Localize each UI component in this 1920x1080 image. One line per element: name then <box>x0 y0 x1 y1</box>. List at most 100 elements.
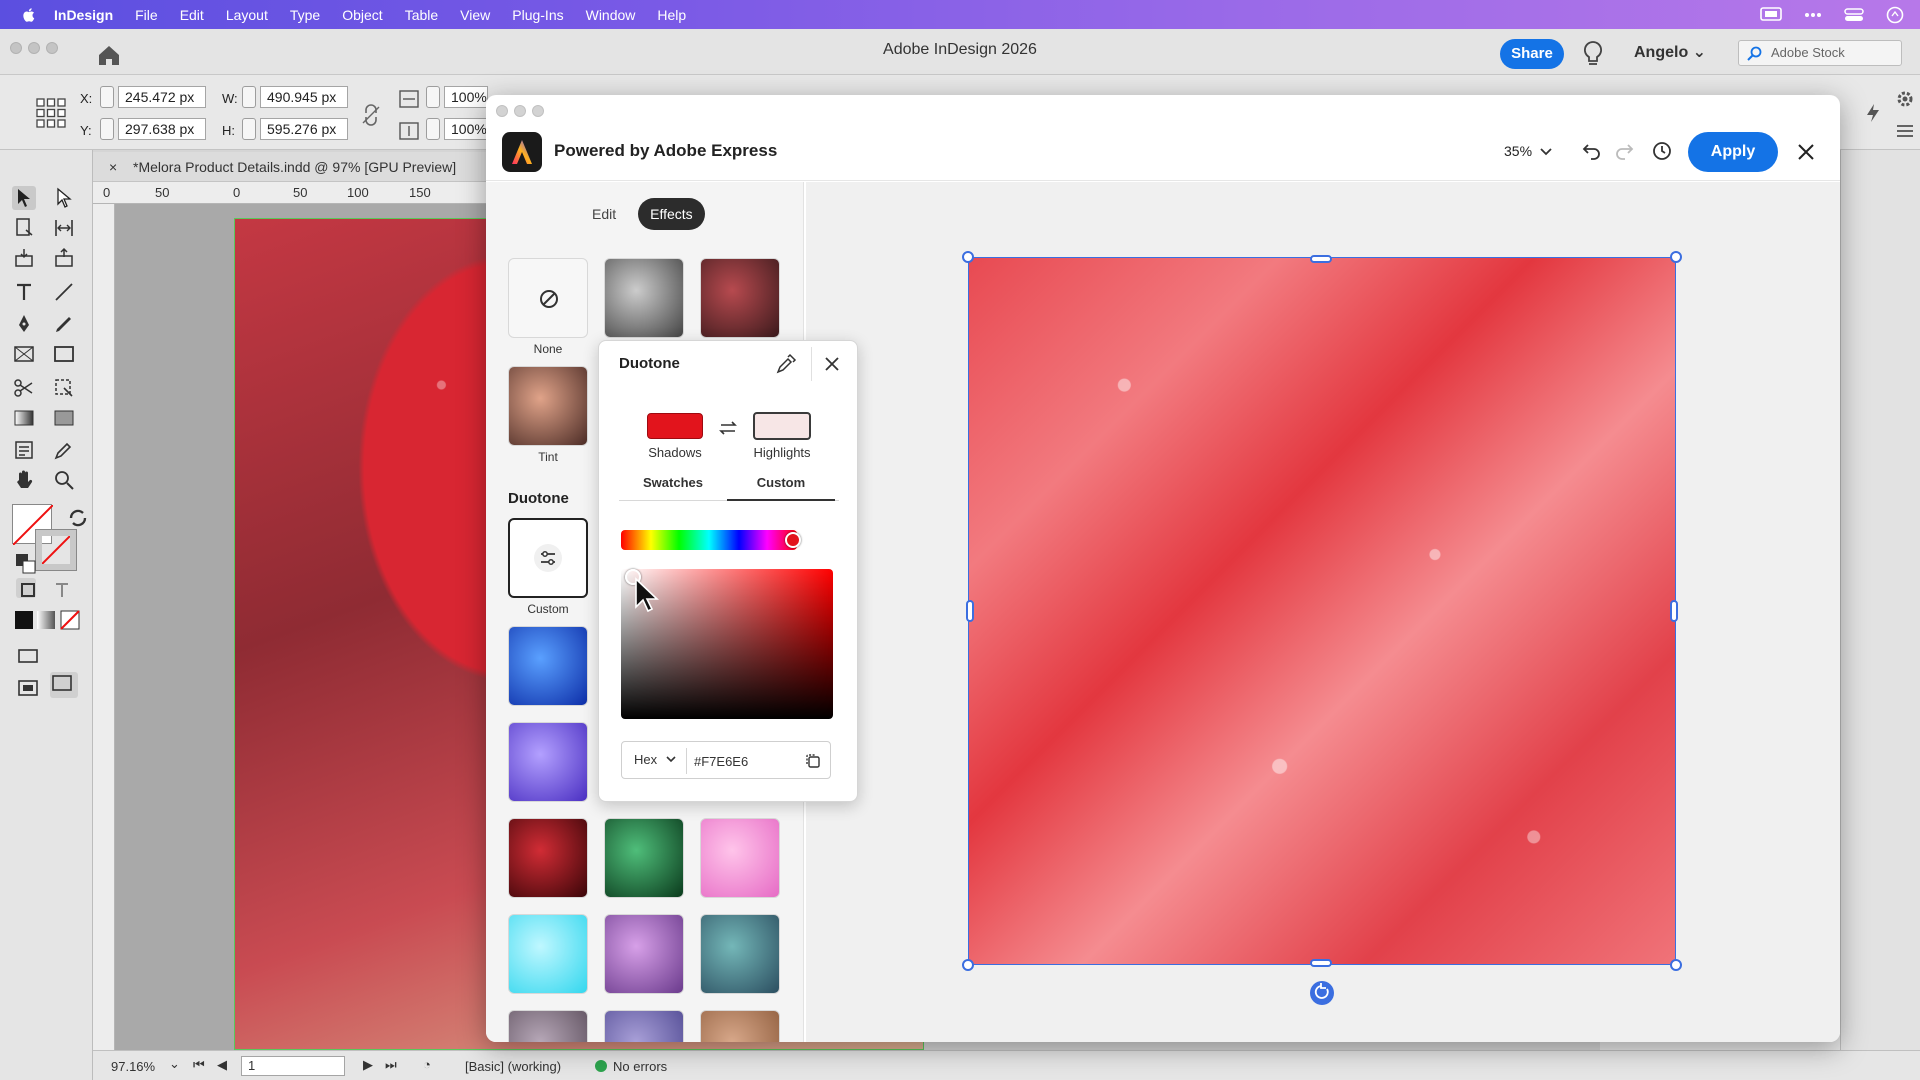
effect-grayscale-thumb[interactable] <box>604 258 684 338</box>
pen-tool-icon[interactable] <box>12 312 36 336</box>
formatting-text-icon[interactable] <box>50 578 70 598</box>
page-tool-icon[interactable] <box>12 216 36 240</box>
modal-minimize-dot[interactable] <box>514 105 526 117</box>
window-zoom-button[interactable] <box>46 42 58 54</box>
apply-button[interactable]: Apply <box>1688 132 1778 172</box>
preview-duotone-image[interactable] <box>968 257 1676 965</box>
duotone-mauve-thumb[interactable] <box>508 1010 588 1042</box>
duotone-blue-thumb[interactable] <box>508 626 588 706</box>
resize-handle-right[interactable] <box>1670 600 1678 622</box>
user-menu[interactable]: Angelo ⌄ <box>1634 42 1706 62</box>
shadows-color-swatch[interactable] <box>647 413 703 439</box>
preflight-profile[interactable]: [Basic] (working) <box>465 1059 561 1074</box>
gear-icon[interactable] <box>1894 88 1916 110</box>
scale-y-stepper[interactable] <box>426 118 440 140</box>
previous-page-icon[interactable]: ◀ <box>217 1057 227 1073</box>
y-position-field[interactable]: 297.638 px <box>118 118 206 140</box>
duotone-violet-thumb[interactable] <box>508 722 588 802</box>
pencil-tool-icon[interactable] <box>52 312 76 336</box>
content-placer-icon[interactable] <box>52 246 76 270</box>
close-icon[interactable] <box>1794 140 1818 164</box>
highlights-color-swatch[interactable] <box>753 412 811 440</box>
hue-slider[interactable] <box>621 530 797 550</box>
close-icon[interactable] <box>821 353 843 375</box>
swap-colors-icon[interactable] <box>717 417 739 439</box>
width-field[interactable]: 490.945 px <box>260 86 348 108</box>
hand-tool-icon[interactable] <box>12 468 36 492</box>
menu-plugins[interactable]: Plug-Ins <box>512 7 563 23</box>
duotone-crimson-thumb[interactable] <box>508 818 588 898</box>
content-collector-icon[interactable] <box>12 246 36 270</box>
chevron-down-icon[interactable] <box>1536 141 1556 161</box>
resize-handle-top[interactable] <box>1310 255 1332 263</box>
app-menu[interactable]: InDesign <box>54 7 113 23</box>
gradient-swatch-tool-icon[interactable] <box>12 406 36 430</box>
modal-close-dot[interactable] <box>496 105 508 117</box>
gradient-feather-tool-icon[interactable] <box>52 406 76 430</box>
menu-table[interactable]: Table <box>405 7 438 23</box>
formatting-container-icon[interactable] <box>16 578 36 598</box>
version-history-icon[interactable] <box>1650 139 1674 163</box>
apple-logo-icon[interactable] <box>20 6 38 24</box>
screen-mirroring-icon[interactable] <box>1760 6 1782 23</box>
resize-handle-left[interactable] <box>966 600 974 622</box>
scale-y-field[interactable]: 100% <box>444 118 488 140</box>
menu-file[interactable]: File <box>135 7 158 23</box>
duotone-custom-thumb[interactable] <box>508 518 588 598</box>
window-close-button[interactable] <box>10 42 22 54</box>
stroke-swatch[interactable] <box>35 529 77 571</box>
default-fill-stroke-icon[interactable] <box>14 552 36 574</box>
panel-menu-icon[interactable] <box>1894 120 1916 142</box>
resize-handle-top-right[interactable] <box>1670 251 1682 263</box>
tab-swatches[interactable]: Swatches <box>619 471 727 501</box>
menu-type[interactable]: Type <box>290 7 320 23</box>
x-stepper[interactable] <box>100 86 114 108</box>
tab-effects[interactable]: Effects <box>638 198 705 230</box>
y-stepper[interactable] <box>100 118 114 140</box>
type-tool-icon[interactable] <box>12 280 36 304</box>
eyedropper-tool-icon[interactable] <box>52 438 76 462</box>
rectangle-tool-icon[interactable] <box>52 342 76 366</box>
tab-custom[interactable]: Custom <box>727 471 835 501</box>
preview-zoom[interactable]: 35% <box>1504 143 1532 159</box>
resize-handle-bottom-left[interactable] <box>962 959 974 971</box>
duotone-green-thumb[interactable] <box>604 818 684 898</box>
hue-slider-handle[interactable] <box>785 532 801 548</box>
redo-icon[interactable] <box>1612 139 1636 163</box>
next-page-icon[interactable]: ▶ <box>363 1057 373 1073</box>
duotone-lavender-thumb[interactable] <box>604 1010 684 1042</box>
resize-handle-bottom[interactable] <box>1310 959 1332 967</box>
menu-view[interactable]: View <box>460 7 490 23</box>
duotone-slate-thumb[interactable] <box>700 914 780 994</box>
document-tab[interactable]: × *Melora Product Details.indd @ 97% [GP… <box>93 152 493 182</box>
menu-object[interactable]: Object <box>342 7 382 23</box>
zoom-tool-icon[interactable] <box>52 468 76 492</box>
scissors-tool-icon[interactable] <box>12 376 36 400</box>
apply-gradient-icon[interactable] <box>34 608 55 629</box>
x-position-field[interactable]: 245.472 px <box>118 86 206 108</box>
scale-x-field[interactable]: 100% <box>444 86 488 108</box>
page-number-field[interactable]: 1 <box>241 1056 345 1076</box>
resize-handle-bottom-right[interactable] <box>1670 959 1682 971</box>
menu-layout[interactable]: Layout <box>226 7 268 23</box>
apply-color-icon[interactable] <box>12 608 33 629</box>
apply-none-icon[interactable] <box>58 608 80 630</box>
height-field[interactable]: 595.276 px <box>260 118 348 140</box>
menu-window[interactable]: Window <box>586 7 636 23</box>
line-tool-icon[interactable] <box>52 280 76 304</box>
w-stepper[interactable] <box>242 86 256 108</box>
rectangle-frame-tool-icon[interactable] <box>12 342 36 366</box>
selection-tool-icon[interactable] <box>12 186 36 210</box>
modal-zoom-dot[interactable] <box>532 105 544 117</box>
view-mode-icon[interactable] <box>50 672 78 698</box>
adobe-stock-search[interactable]: Adobe Stock <box>1738 40 1902 66</box>
vertical-ruler[interactable] <box>93 204 115 1050</box>
free-transform-tool-icon[interactable] <box>52 376 76 400</box>
menu-help[interactable]: Help <box>657 7 686 23</box>
horizontal-ruler[interactable]: 0 50 0 50 100 150 <box>93 182 493 204</box>
note-tool-icon[interactable] <box>12 438 36 462</box>
gap-tool-icon[interactable] <box>52 216 76 240</box>
swap-fill-stroke-icon[interactable] <box>66 506 87 527</box>
window-minimize-button[interactable] <box>28 42 40 54</box>
scale-x-stepper[interactable] <box>426 86 440 108</box>
